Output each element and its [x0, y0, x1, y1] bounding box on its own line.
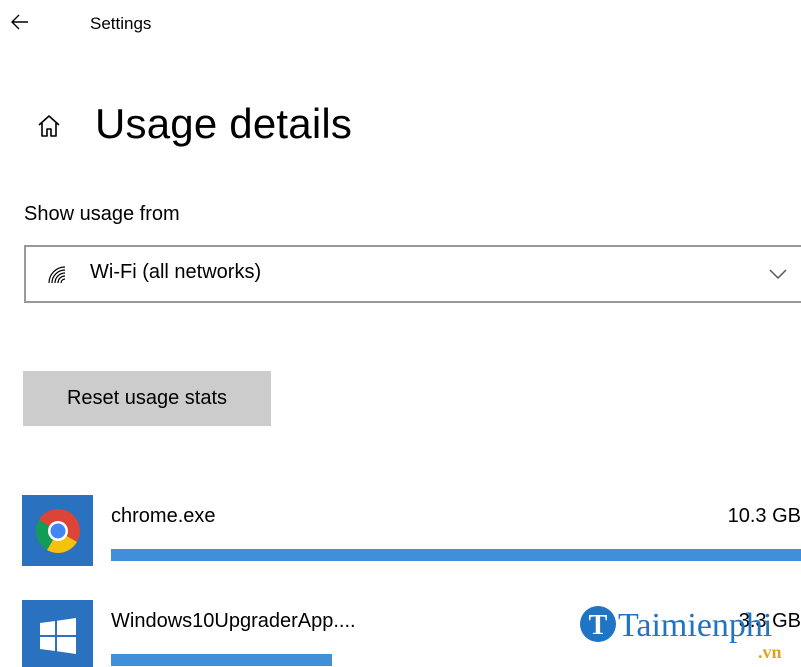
network-dropdown[interactable]: Wi-Fi (all networks)	[24, 245, 801, 303]
app-tile	[22, 495, 93, 566]
app-usage-row[interactable]: Windows10UpgraderApp.... 3.3 GB	[0, 600, 801, 667]
title-bar: Settings	[0, 0, 801, 48]
usage-bar	[111, 549, 801, 561]
app-usage-amount: 10.3 GB	[727, 505, 801, 527]
chevron-down-icon	[769, 269, 787, 280]
window-title: Settings	[90, 14, 152, 33]
app-name: Windows10UpgraderApp....	[111, 610, 356, 632]
app-usage-row[interactable]: chrome.exe 10.3 GB	[0, 495, 801, 567]
windows-icon	[39, 617, 76, 654]
chrome-icon	[35, 508, 80, 553]
app-name: chrome.exe	[111, 505, 216, 527]
page-title: Usage details	[95, 100, 353, 147]
show-usage-label: Show usage from	[24, 203, 180, 225]
home-icon[interactable]	[36, 113, 62, 139]
back-arrow-icon	[11, 14, 28, 30]
usage-bar-fill	[111, 549, 801, 561]
app-usage-amount: 3.3 GB	[738, 610, 801, 632]
usage-bar-fill	[111, 654, 332, 666]
app-tile	[22, 600, 93, 667]
reset-usage-stats-button[interactable]: Reset usage stats	[23, 371, 271, 426]
page-header: Usage details	[0, 96, 801, 156]
wifi-icon	[48, 266, 66, 284]
dropdown-selected-value: Wi-Fi (all networks)	[90, 261, 262, 283]
usage-bar	[111, 654, 801, 666]
back-button[interactable]	[6, 8, 34, 36]
